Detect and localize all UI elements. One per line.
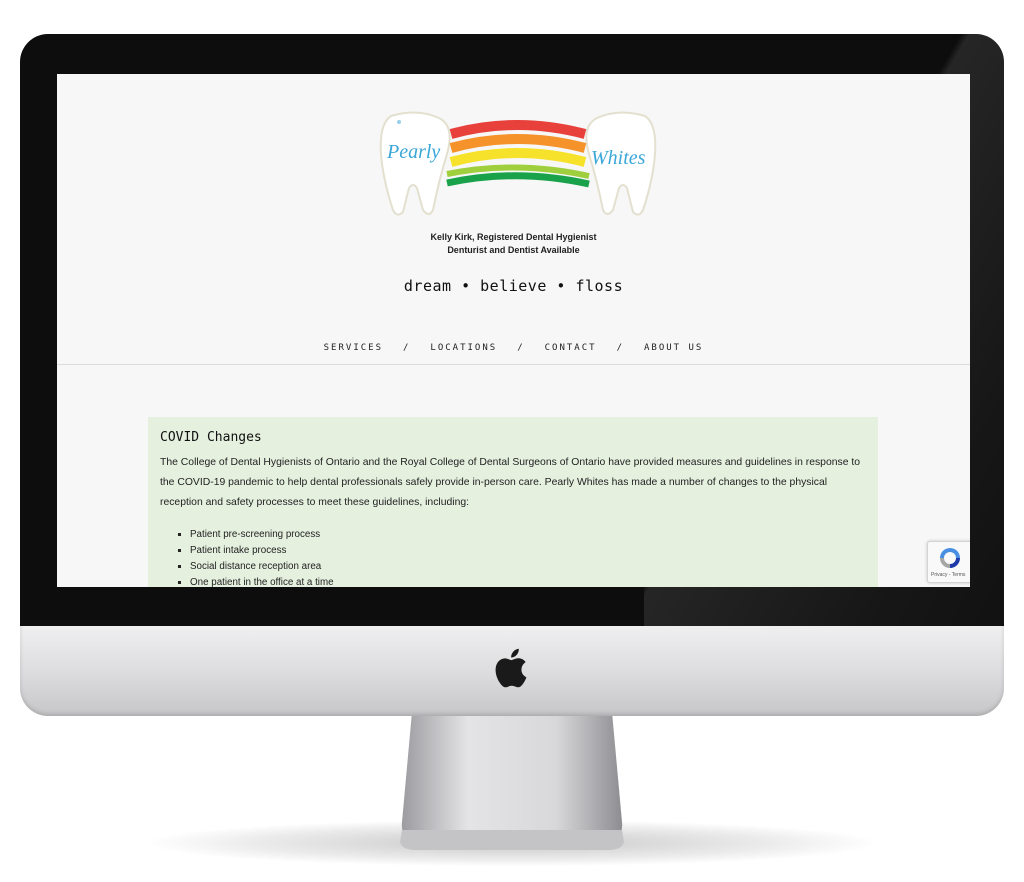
covid-measures-list: Patient pre-screening process Patient in… [178, 527, 334, 587]
header-divider [57, 364, 970, 365]
logo-word-whites: Whites [591, 147, 646, 169]
nav-about-us[interactable]: ABOUT US [644, 343, 703, 353]
list-item: Social distance reception area [190, 559, 334, 575]
rainbow-band-orange [449, 134, 587, 153]
covid-notice-body: The College of Dental Hygienists of Onta… [160, 457, 861, 508]
list-item: Patient intake process [190, 543, 334, 559]
nav-contact[interactable]: CONTACT [545, 343, 597, 353]
nav-separator: / [403, 343, 411, 353]
apple-logo-icon [495, 648, 527, 688]
browser-viewport: Pearly Whites Kelly Kirk, Registered Den… [57, 74, 970, 587]
nav-separator: / [616, 343, 624, 353]
covid-notice-title: COVID Changes [160, 430, 262, 445]
nav-services[interactable]: SERVICES [324, 343, 383, 353]
pearly-whites-logo[interactable]: Pearly Whites [377, 110, 659, 220]
nav-locations[interactable]: LOCATIONS [430, 343, 497, 353]
tagline-dentist: Denturist and Dentist Available [447, 245, 580, 255]
recaptcha-icon [940, 548, 960, 568]
site-motto: dream • believe • floss [403, 277, 624, 295]
recaptcha-badge[interactable]: Privacy - Terms [927, 541, 970, 583]
covid-notice: COVID Changes The College of Dental Hygi… [148, 417, 878, 587]
rainbow-band-yellow [449, 148, 587, 167]
sparkle-icon [397, 120, 401, 124]
main-navigation: SERVICES / LOCATIONS / CONTACT / ABOUT U… [57, 343, 970, 353]
rainbow-band-red [449, 120, 587, 139]
rainbow-band-green [446, 172, 590, 188]
list-item: One patient in the office at a time [190, 575, 334, 587]
logo-word-pearly: Pearly [386, 141, 440, 163]
list-item: Patient pre-screening process [190, 527, 334, 543]
tagline-hygienist: Kelly Kirk, Registered Dental Hygienist [430, 232, 597, 242]
recaptcha-links[interactable]: Privacy - Terms [931, 572, 965, 578]
nav-separator: / [517, 343, 525, 353]
monitor-stand [400, 712, 624, 850]
